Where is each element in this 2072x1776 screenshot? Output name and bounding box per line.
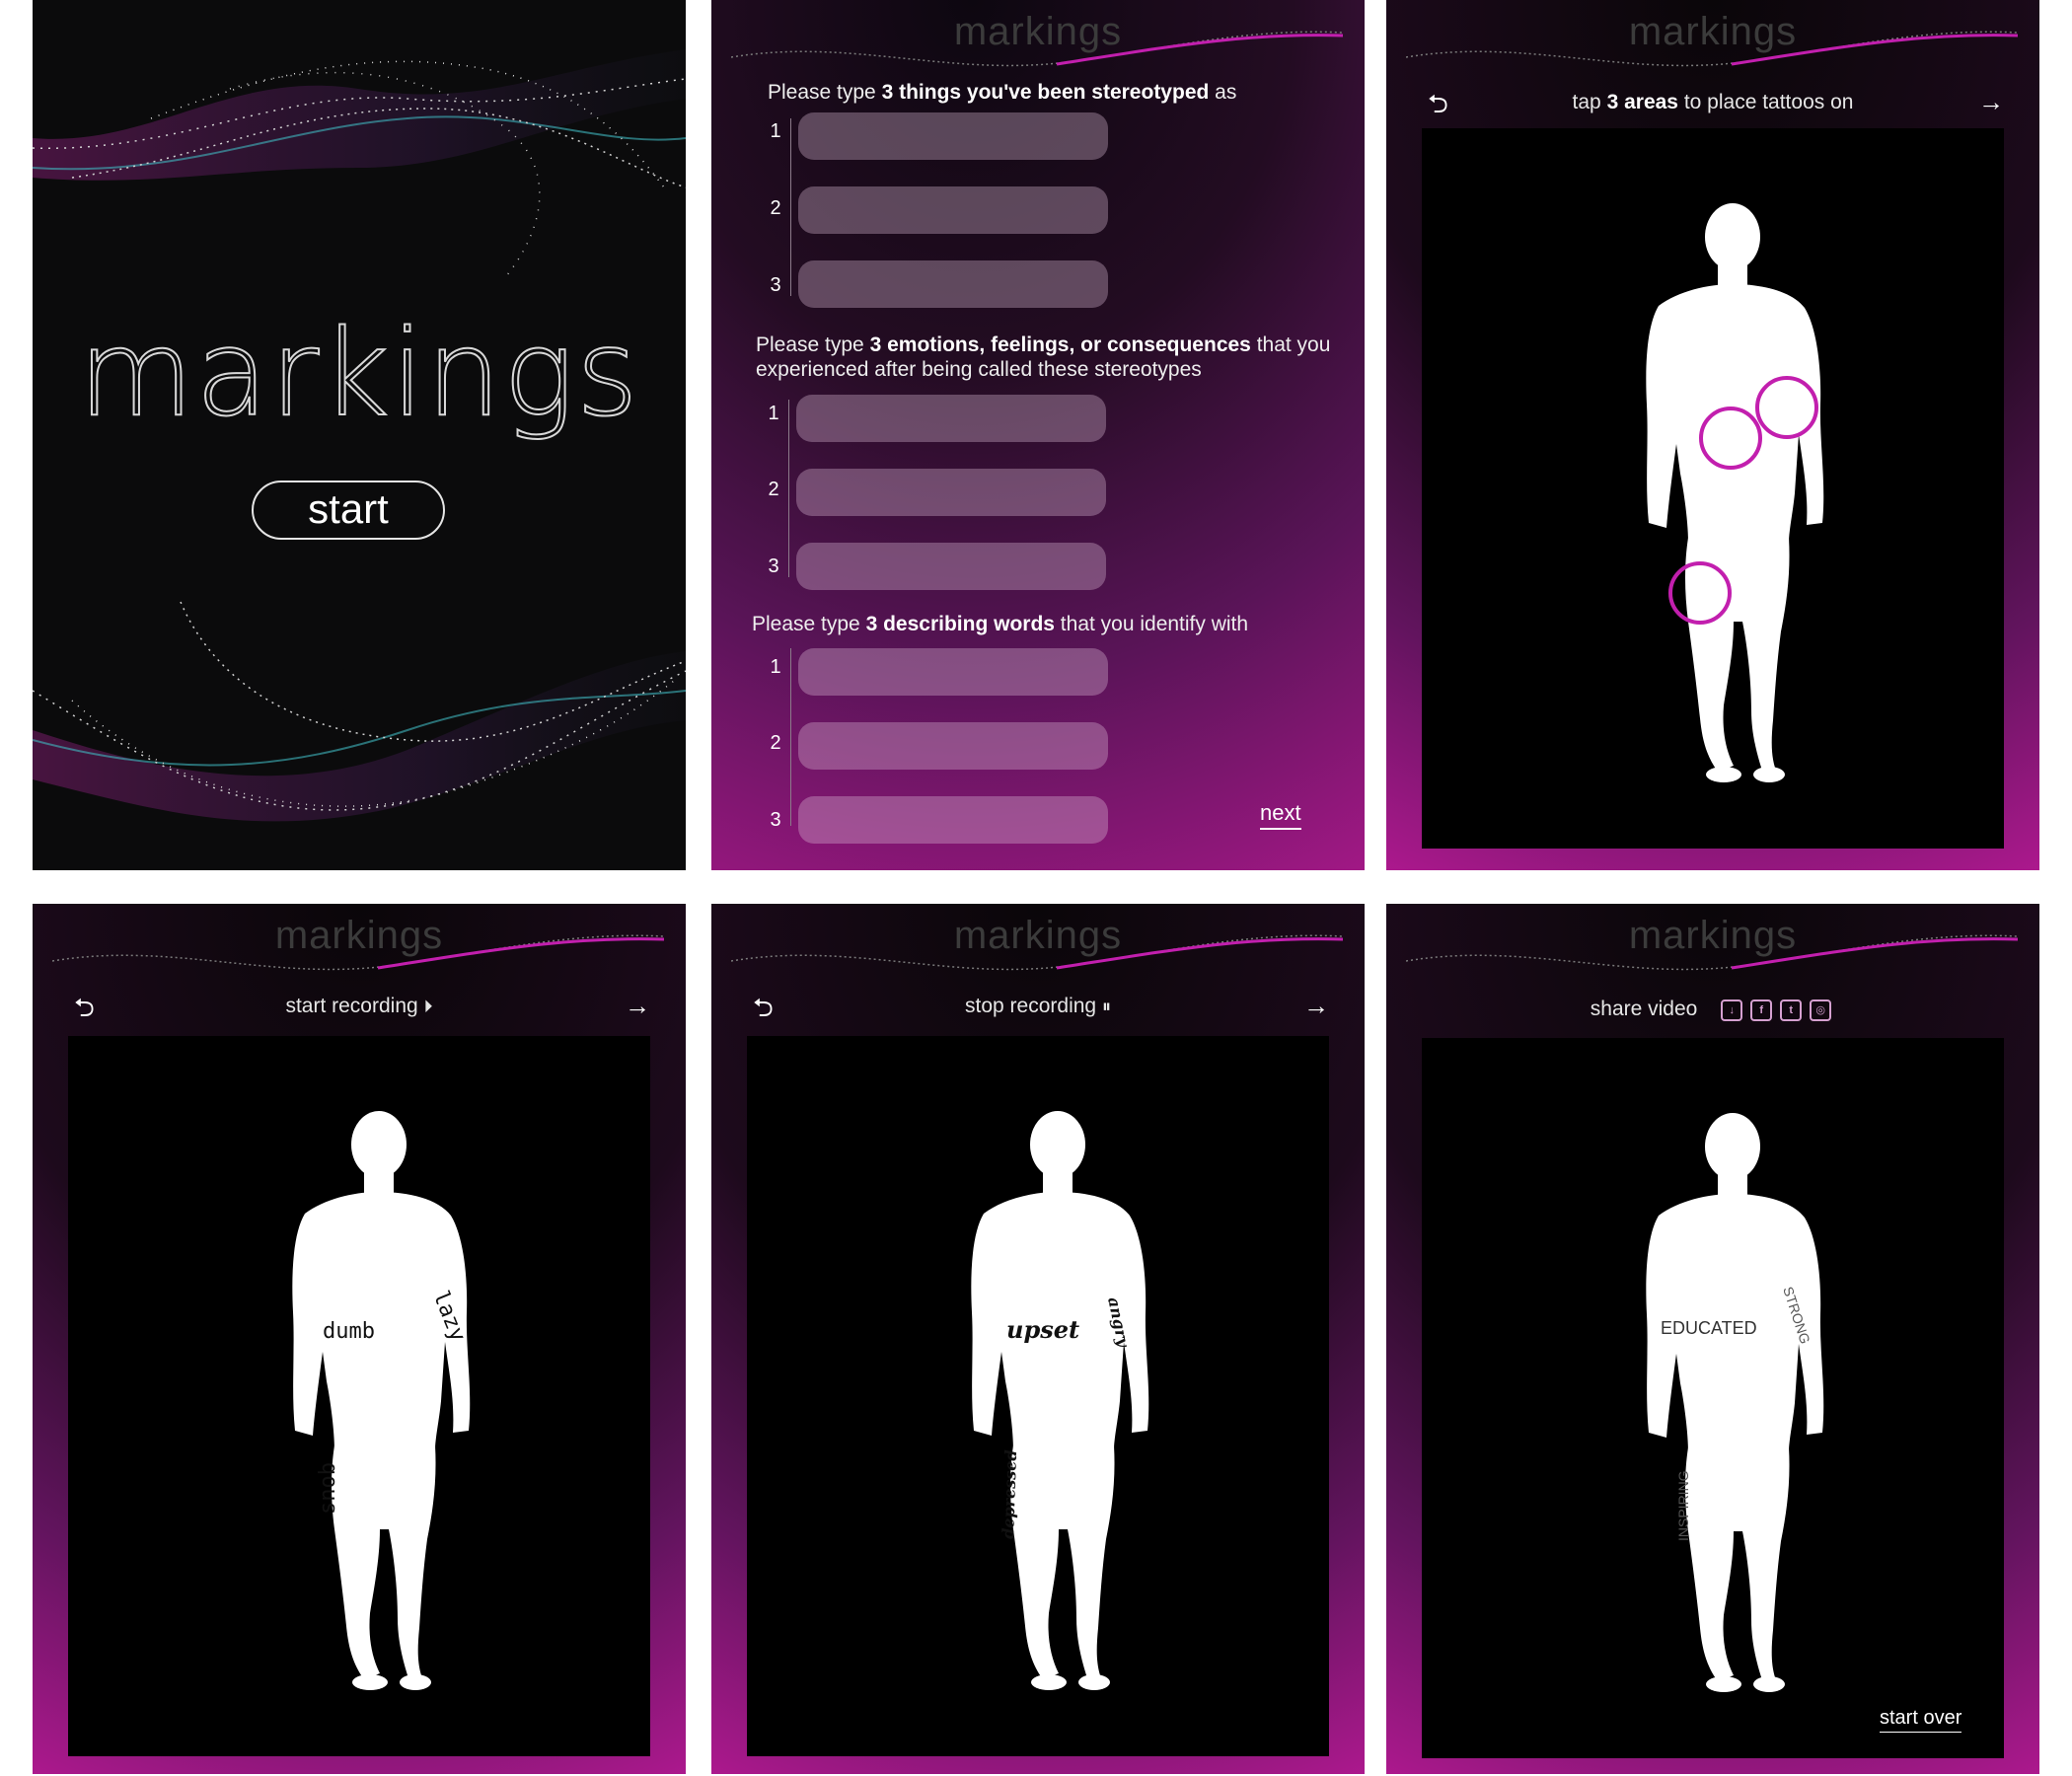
next-button[interactable]: next — [1260, 800, 1301, 830]
tattoo-leg: INSPIRING — [1675, 1470, 1691, 1541]
tattoo-chest: upset — [1006, 1315, 1079, 1344]
row-number: 3 — [770, 274, 781, 296]
tattoo-placement-screen: markings ⮌ tap 3 areas to place tattoos … — [1386, 0, 2039, 870]
identity-input-1[interactable] — [798, 648, 1108, 696]
brand-title: markings — [274, 914, 444, 957]
tattoo-chest: EDUCATED — [1661, 1318, 1757, 1338]
right-arrow-icon[interactable]: → — [1303, 993, 1329, 1018]
stereotype-input-3[interactable] — [798, 260, 1108, 308]
figure-stage: EDUCATED STRONG INSPIRING — [1422, 1038, 2004, 1758]
recording-start-screen: markings ⮌ start recording ⏵ → dumb lazy… — [33, 904, 686, 1774]
download-icon[interactable]: ↓ — [1721, 999, 1743, 1021]
placement-prompt: tap 3 areas to place tattoos on — [1572, 91, 1854, 113]
record-label[interactable]: start recording — [285, 995, 417, 1017]
divider-line — [790, 118, 791, 296]
pause-circle-icon[interactable]: ⏸ — [1102, 997, 1111, 1016]
figure-stage: upset angry depressed — [747, 1036, 1329, 1756]
question-2-text: Please type 3 emotions, feelings, or con… — [756, 333, 1331, 381]
record-toolbar[interactable]: stop recording ⏸ — [711, 995, 1365, 1018]
particle-wave-bottom — [33, 601, 686, 822]
tattoo-chest: dumb — [323, 1319, 375, 1344]
start-button[interactable]: start — [252, 481, 445, 540]
body-silhouette: upset angry depressed — [971, 1111, 1149, 1690]
start-over-link[interactable]: start over — [1880, 1707, 1962, 1733]
facebook-icon[interactable]: f — [1750, 999, 1773, 1021]
figure-stage[interactable] — [1422, 128, 2004, 849]
brand-title: markings — [1628, 10, 1798, 53]
tattoo-leg: snob — [316, 1462, 340, 1515]
right-arrow-icon[interactable]: → — [1978, 89, 2004, 114]
row-number: 1 — [770, 656, 781, 678]
brand-title: markings — [953, 10, 1123, 53]
row-number: 2 — [768, 479, 779, 500]
record-toolbar[interactable]: start recording ⏵ — [33, 995, 686, 1018]
stereotype-input-1[interactable] — [798, 112, 1108, 160]
emotion-input-1[interactable] — [796, 395, 1106, 442]
figure-stage: dumb lazy snob — [68, 1036, 650, 1756]
body-silhouette: EDUCATED STRONG INSPIRING — [1646, 1113, 1824, 1692]
share-screen: markings share video ↓ f t ◎ EDUCATED STRON… — [1386, 904, 2039, 1774]
record-label[interactable]: stop recording — [965, 995, 1096, 1017]
recording-stop-screen: markings ⮌ stop recording ⏸ → upset angr… — [711, 904, 1365, 1774]
row-number: 3 — [770, 809, 781, 831]
brand-title: markings — [1628, 914, 1798, 957]
row-number: 2 — [770, 732, 781, 754]
right-arrow-icon[interactable]: → — [625, 993, 650, 1018]
brand-title: markings — [953, 914, 1123, 957]
share-toolbar: share video ↓ f t ◎ — [1386, 998, 2039, 1021]
play-circle-icon[interactable]: ⏵ — [424, 997, 433, 1016]
row-number: 3 — [768, 555, 779, 577]
tattoo-leg: depressed — [999, 1449, 1020, 1539]
divider-line — [790, 648, 791, 826]
twitter-icon[interactable]: t — [1780, 999, 1803, 1021]
app-logo: markings — [77, 305, 640, 444]
emotion-input-3[interactable] — [796, 543, 1106, 590]
body-silhouette: dumb lazy snob — [292, 1111, 470, 1690]
stereotype-input-2[interactable] — [798, 186, 1108, 234]
share-label: share video — [1590, 998, 1698, 1020]
instagram-icon[interactable]: ◎ — [1810, 999, 1832, 1021]
particle-wave-top — [33, 49, 686, 277]
row-number: 2 — [770, 197, 781, 219]
identity-input-3[interactable] — [798, 796, 1108, 844]
divider-line — [788, 400, 789, 577]
question-3-text: Please type 3 describing words that you … — [752, 613, 1249, 635]
questions-screen: markings Please type 3 things you've bee… — [711, 0, 1365, 870]
body-silhouette — [1646, 203, 1824, 782]
question-1-text: Please type 3 things you've been stereot… — [768, 81, 1237, 104]
emotion-input-2[interactable] — [796, 469, 1106, 516]
row-number: 1 — [768, 403, 779, 424]
identity-input-2[interactable] — [798, 722, 1108, 770]
splash-screen: markings start — [33, 0, 686, 870]
row-number: 1 — [770, 120, 781, 142]
